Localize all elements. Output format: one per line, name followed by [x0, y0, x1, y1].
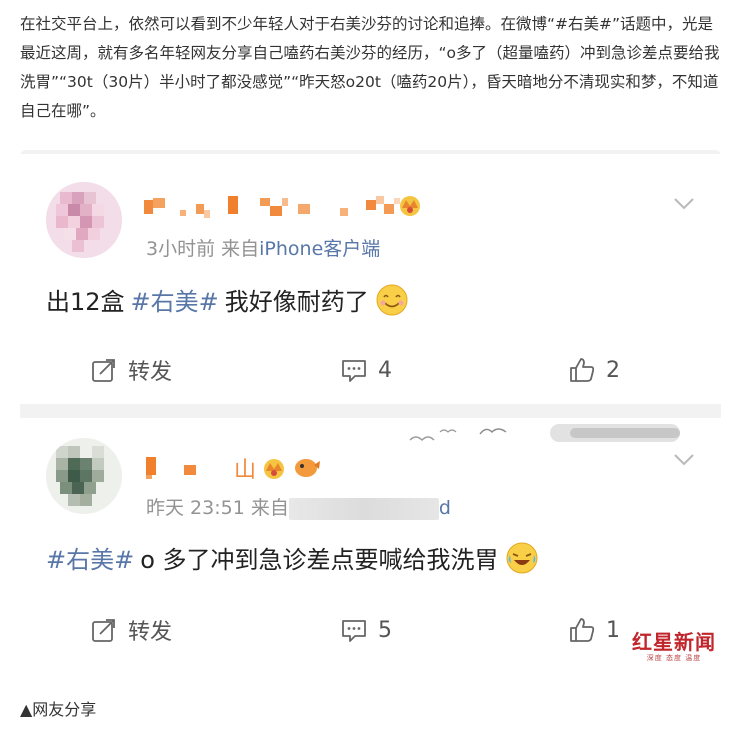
topic-link[interactable]: #右美# — [46, 540, 134, 575]
comment-icon — [342, 620, 366, 642]
like-button[interactable]: 2 — [568, 350, 620, 390]
decorative-header-background — [409, 424, 680, 442]
comment-count: 4 — [378, 357, 392, 383]
comment-button[interactable]: 4 — [340, 350, 392, 390]
post-source-link[interactable]: d — [439, 497, 451, 519]
news-watermark-logo: 红星新闻 深度 态度 温度 — [632, 626, 716, 663]
post-actions: 转发 4 2 — [20, 350, 721, 390]
article-paragraph: 在社交平台上，依然可以看到不少年轻人对于右美沙芬的讨论和追捧。在微博“#右美#”… — [20, 15, 720, 120]
post-actions: 转发 5 1 — [20, 610, 721, 650]
like-count: 2 — [606, 357, 620, 383]
repost-icon — [92, 619, 115, 642]
watermark-title: 红星新闻 — [632, 630, 716, 654]
chevron-down-icon[interactable] — [673, 448, 695, 470]
post-source-link[interactable]: iPhone客户端 — [259, 238, 380, 260]
laugh-cry-emoji-icon — [506, 542, 538, 573]
weibo-post: 3小时前 来自iPhone客户端 出12盒 #右美# 我好像耐药了 转发 4 2 — [20, 154, 721, 404]
username-redacted[interactable] — [144, 192, 484, 222]
pixelated-username — [144, 196, 420, 218]
post-content: 出12盒 #右美# 我好像耐药了 — [46, 282, 409, 317]
repost-icon — [92, 359, 115, 382]
weibo-screenshot: 3小时前 来自iPhone客户端 出12盒 #右美# 我好像耐药了 转发 4 2… — [20, 150, 721, 665]
vip-badge-icons — [264, 459, 321, 479]
post-time: 昨天 23:51 — [146, 497, 245, 519]
topic-link[interactable]: #右美# — [131, 282, 219, 317]
post-text: o 多了冲到急诊差点要喊给我洗胃 — [140, 546, 499, 574]
post-meta: 3小时前 来自iPhone客户端 — [146, 234, 380, 261]
thumbs-up-icon — [570, 618, 595, 642]
pixelated-avatar-image — [46, 182, 122, 258]
like-count: 1 — [606, 617, 620, 643]
chevron-down-icon[interactable] — [673, 192, 695, 214]
avatar[interactable] — [46, 438, 122, 514]
repost-label: 转发 — [128, 360, 173, 385]
pixelated-avatar-image — [46, 438, 122, 514]
post-meta: 昨天 23:51 来自 d — [146, 493, 451, 520]
username-redacted[interactable]: 山 — [144, 453, 326, 483]
like-button[interactable]: 1 — [568, 610, 620, 650]
repost-label: 转发 — [128, 620, 173, 645]
comment-button[interactable]: 5 — [340, 610, 392, 650]
smile-emoji-icon — [376, 284, 408, 315]
repost-button[interactable]: 转发 — [90, 350, 172, 390]
thumbs-up-icon — [570, 358, 595, 382]
comment-icon — [342, 360, 366, 382]
redacted-source — [288, 497, 439, 520]
comment-count: 5 — [378, 617, 392, 643]
post-text: 出12盒 — [46, 288, 125, 316]
source-prefix: 来自 — [250, 497, 289, 519]
post-text: 我好像耐药了 — [224, 288, 369, 316]
repost-button[interactable]: 转发 — [90, 610, 172, 650]
post-time: 3小时前 — [146, 238, 216, 260]
weibo-post: 山 昨天 23:51 来自 d #右美# o 多了冲到急诊差点要喊给我洗胃 转发… — [20, 418, 721, 665]
source-prefix: 来自 — [221, 238, 260, 260]
username-visible-char: 山 — [234, 458, 257, 483]
image-caption: ▲网友分享 — [20, 700, 97, 719]
avatar[interactable] — [46, 182, 122, 258]
post-content: #右美# o 多了冲到急诊差点要喊给我洗胃 — [46, 540, 539, 575]
